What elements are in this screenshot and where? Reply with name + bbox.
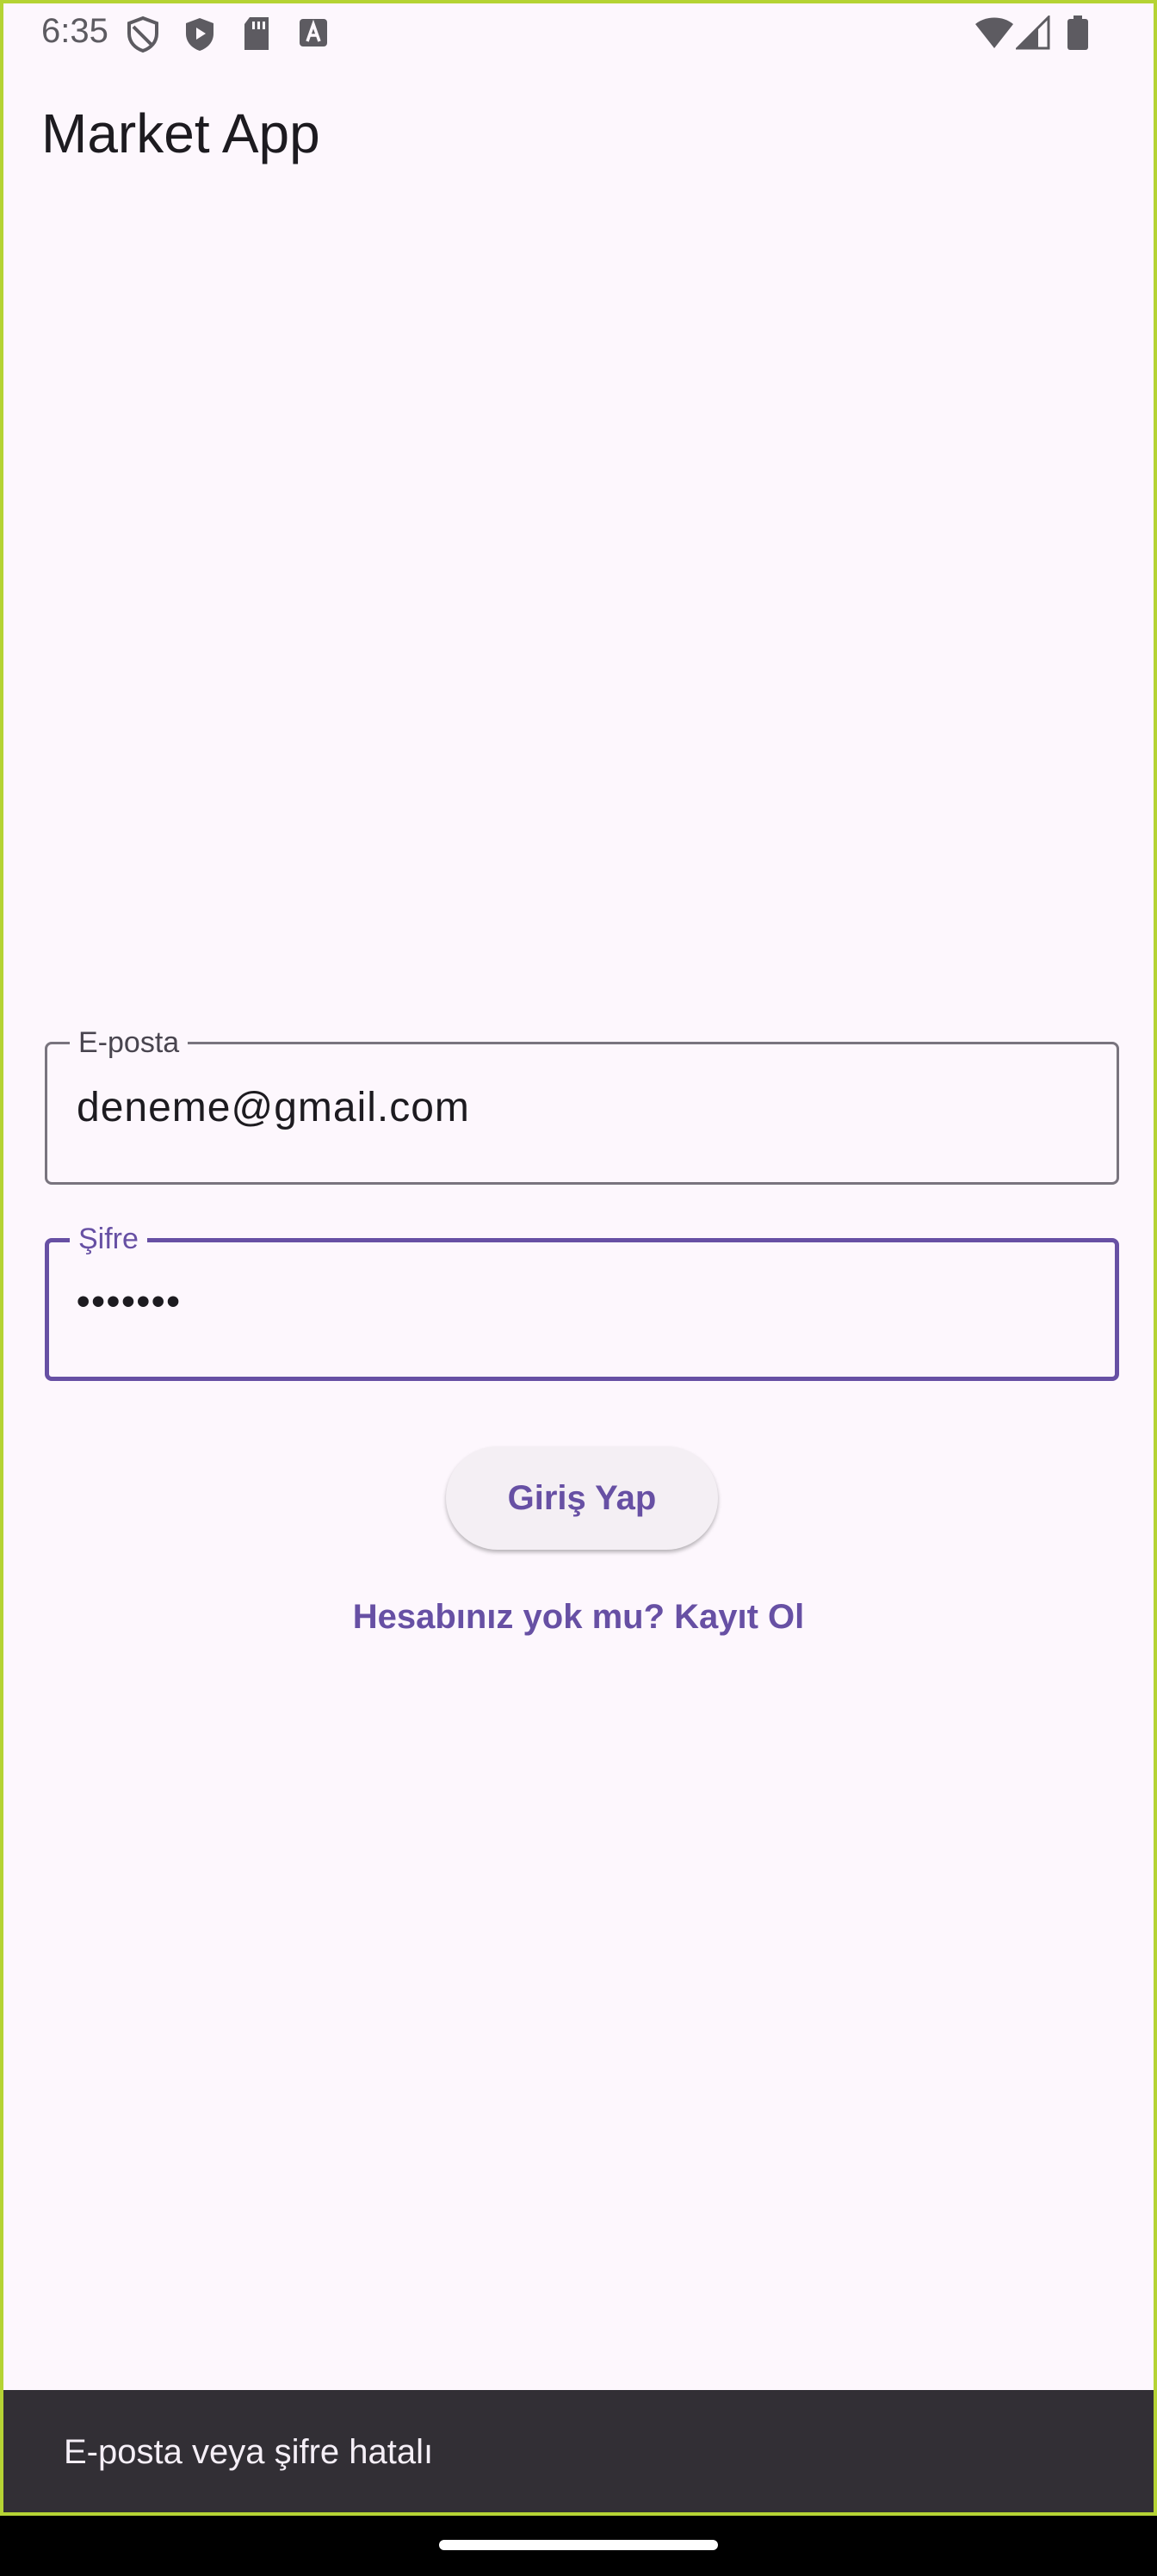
sd-card-icon	[244, 17, 269, 50]
wifi-icon	[975, 17, 1013, 48]
navigation-bar	[0, 2516, 1157, 2576]
email-field-label: E-posta	[70, 1025, 189, 1060]
email-field[interactable]: E-posta deneme@gmail.com	[45, 1025, 1119, 1185]
error-snackbar: E-posta veya şifre hatalı	[3, 2390, 1154, 2512]
a-notification-icon	[300, 19, 327, 46]
snackbar-message: E-posta veya şifre hatalı	[64, 2433, 434, 2471]
password-field[interactable]: Şifre •••••••	[45, 1222, 1119, 1381]
app-title: Market App	[41, 102, 320, 164]
password-field-label: Şifre	[70, 1222, 147, 1256]
signal-icon	[1016, 15, 1050, 50]
password-field-value[interactable]: •••••••	[77, 1280, 182, 1323]
play-protect-icon	[186, 18, 213, 51]
home-indicator[interactable]	[439, 2540, 718, 2550]
status-time: 6:35	[41, 12, 108, 50]
battery-icon	[1067, 15, 1088, 50]
status-bar: 6:35	[3, 3, 1154, 65]
login-button[interactable]: Giriş Yap	[446, 1446, 718, 1550]
shield-outline-icon	[127, 15, 158, 53]
email-field-value[interactable]: deneme@gmail.com	[77, 1084, 470, 1131]
register-link[interactable]: Hesabınız yok mu? Kayıt Ol	[3, 1598, 1154, 1637]
app-screen: 6:35 Market App E-posta deneme@gmail.com…	[0, 0, 1157, 2516]
